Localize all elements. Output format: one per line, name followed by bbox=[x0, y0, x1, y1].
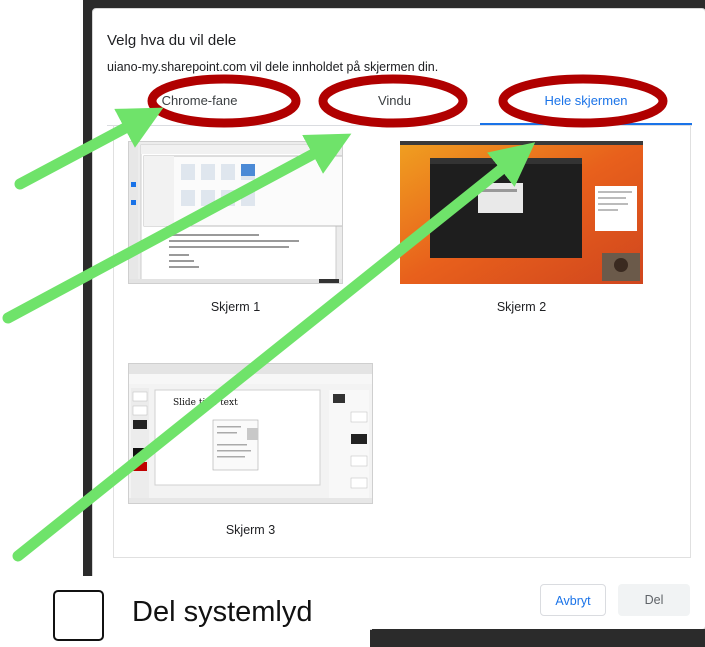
dialog-subtitle: uiano-my.sharepoint.com vil dele innhold… bbox=[107, 60, 439, 74]
tab-bar: Chrome-fane Vindu Hele skjermen bbox=[107, 87, 692, 126]
share-screen-dialog: Velg hva du vil dele uiano-my.sharepoint… bbox=[92, 8, 705, 630]
share-button[interactable]: Del bbox=[618, 584, 690, 616]
screen-2-label: Skjerm 2 bbox=[496, 300, 547, 314]
system-audio-checkbox[interactable] bbox=[53, 590, 104, 641]
screen-3-label: Skjerm 3 bbox=[225, 523, 276, 537]
screen-3-thumbnail[interactable]: Slide title text bbox=[128, 363, 373, 504]
tab-chrome-fane[interactable]: Chrome-fane bbox=[107, 87, 292, 125]
dialog-title: Velg hva du vil dele bbox=[107, 32, 237, 49]
screen-3-preview bbox=[129, 364, 372, 503]
slide-title-text: Slide title text bbox=[173, 398, 238, 408]
screen-grid: Skjerm 1 Skjerm 2 Slide title text Skjer… bbox=[113, 125, 691, 558]
window-edge bbox=[372, 629, 705, 634]
tab-vindu[interactable]: Vindu bbox=[302, 87, 487, 125]
screen-1-thumbnail[interactable] bbox=[128, 141, 343, 284]
screen-1-preview bbox=[129, 142, 342, 283]
screen-2-preview bbox=[400, 141, 643, 284]
screen-2-thumbnail[interactable] bbox=[400, 141, 643, 284]
tab-hele-skjermen[interactable]: Hele skjermen bbox=[480, 87, 692, 125]
cancel-button[interactable]: Avbryt bbox=[540, 584, 606, 616]
screen-1-label: Skjerm 1 bbox=[210, 300, 261, 314]
system-audio-label: Del systemlyd bbox=[132, 596, 313, 628]
